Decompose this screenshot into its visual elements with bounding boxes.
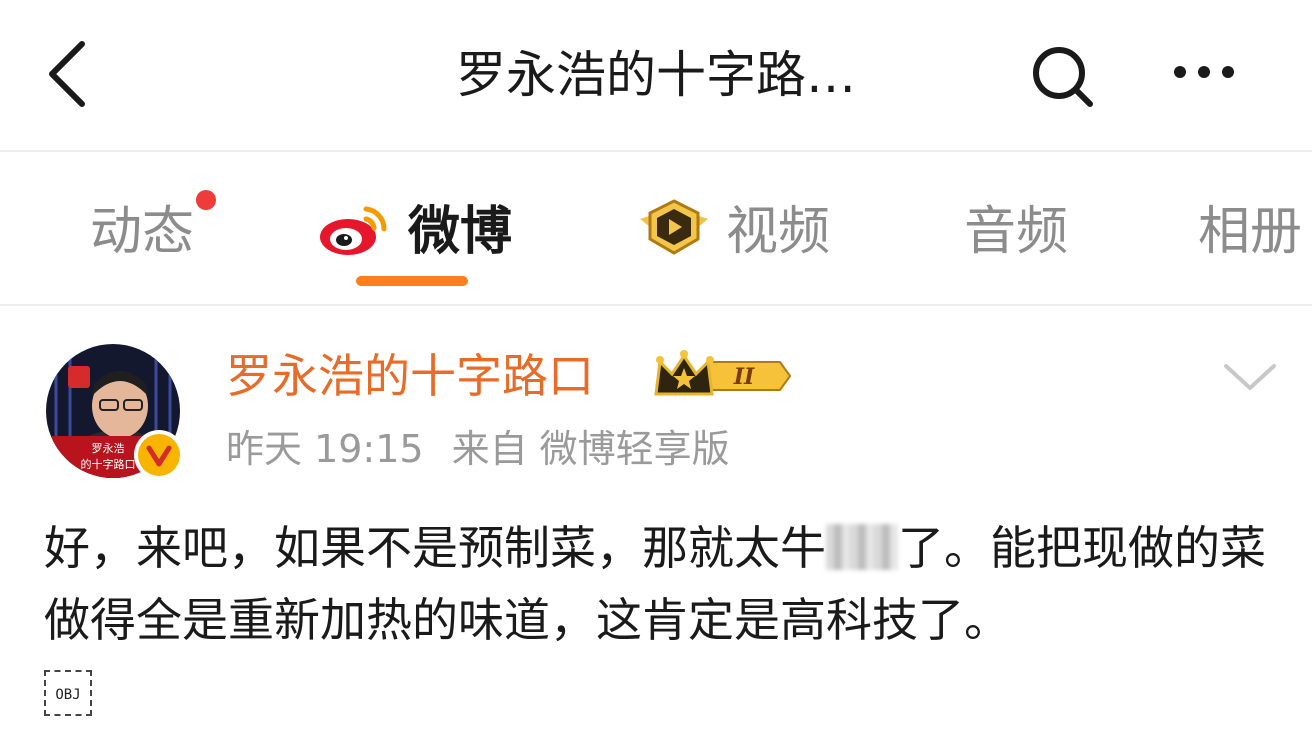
post-text: 好，来吧，如果不是预制菜，那就太牛 了。能把现做的菜做得全是重新加热的味道，这肯定…: [44, 512, 1284, 656]
tab-label: 动态: [90, 202, 195, 262]
tab-audio[interactable]: 音频: [964, 192, 1068, 272]
tab-dynamic[interactable]: 动态: [90, 192, 194, 272]
search-icon: [1033, 47, 1093, 107]
active-tab-indicator: [356, 276, 468, 286]
search-button[interactable]: [1028, 42, 1098, 112]
tabs-divider: [0, 304, 1312, 306]
more-button[interactable]: [1168, 52, 1240, 92]
avatar-caption-2: 的十字路口: [81, 457, 136, 471]
profile-tabs: 动态 微博 视频 音频 相册: [0, 152, 1312, 304]
post-meta: 昨天 19:15 来自 微博轻享版: [226, 422, 730, 476]
video-badge-icon: [640, 199, 708, 255]
tab-video[interactable]: 视频: [636, 192, 830, 272]
censored-text: [826, 524, 898, 570]
more-horizontal-icon: [1174, 66, 1234, 78]
post-options-button[interactable]: [1222, 360, 1278, 396]
verified-v-icon: [138, 434, 180, 476]
chevron-left-icon: [49, 41, 85, 107]
chevron-down-icon: [1224, 364, 1276, 390]
vip-level: II: [733, 364, 755, 390]
back-button[interactable]: [40, 36, 100, 112]
post-text-part1: 好，来吧，如果不是预制菜，那就太牛: [44, 521, 826, 575]
crown-vip-icon: II: [654, 350, 792, 396]
tab-label: 音频: [964, 202, 1069, 262]
post-source[interactable]: 来自 微博轻享版: [452, 427, 730, 471]
tab-label: 微博: [408, 202, 513, 262]
avatar-caption-1: 罗永浩: [92, 441, 125, 455]
vip-badge[interactable]: II: [652, 350, 792, 402]
tab-album[interactable]: 相册: [1198, 192, 1302, 272]
tab-weibo[interactable]: 微博: [318, 192, 512, 272]
verified-badge: [134, 430, 184, 480]
post-time: 昨天 19:15: [226, 427, 424, 471]
weibo-logo-icon: [320, 206, 387, 255]
tab-label: 视频: [726, 202, 831, 262]
notification-dot: [196, 190, 216, 210]
author-name[interactable]: 罗永浩的十字路口: [226, 344, 594, 408]
tab-label: 相册: [1198, 202, 1303, 262]
object-placeholder: OBJ: [44, 670, 92, 716]
top-bar: 罗永浩的十字路…: [0, 0, 1312, 150]
page-title: 罗永浩的十字路…: [456, 46, 856, 104]
